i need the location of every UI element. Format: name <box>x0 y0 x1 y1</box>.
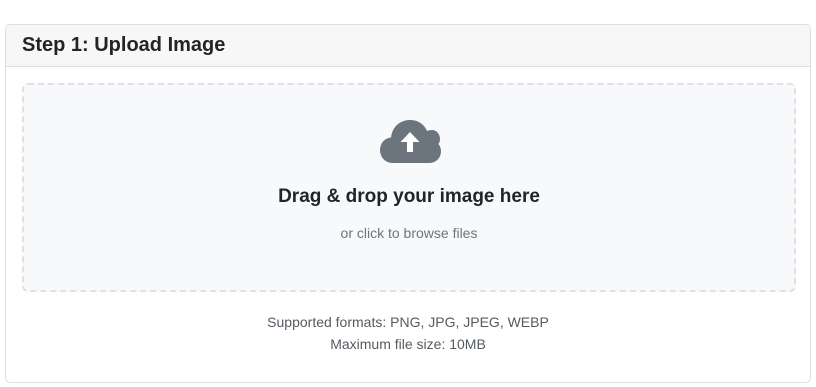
card-title: Step 1: Upload Image <box>22 34 226 56</box>
supported-formats-text: Supported formats: PNG, JPG, JPEG, WEBP <box>267 314 549 330</box>
card-header: Step 1: Upload Image <box>6 25 810 67</box>
image-dropzone[interactable]: Drag & drop your image here or click to … <box>22 83 796 292</box>
cloud-upload-icon <box>380 120 441 163</box>
upload-card: Step 1: Upload Image Drag & drop your im… <box>5 24 811 383</box>
dropzone-title: Drag & drop your image here <box>278 186 540 207</box>
max-file-size-text: Maximum file size: 10MB <box>330 336 486 352</box>
browse-files-link[interactable]: or click to browse files <box>24 225 794 241</box>
upload-info: Supported formats: PNG, JPG, JPEG, WEBP … <box>6 311 810 355</box>
